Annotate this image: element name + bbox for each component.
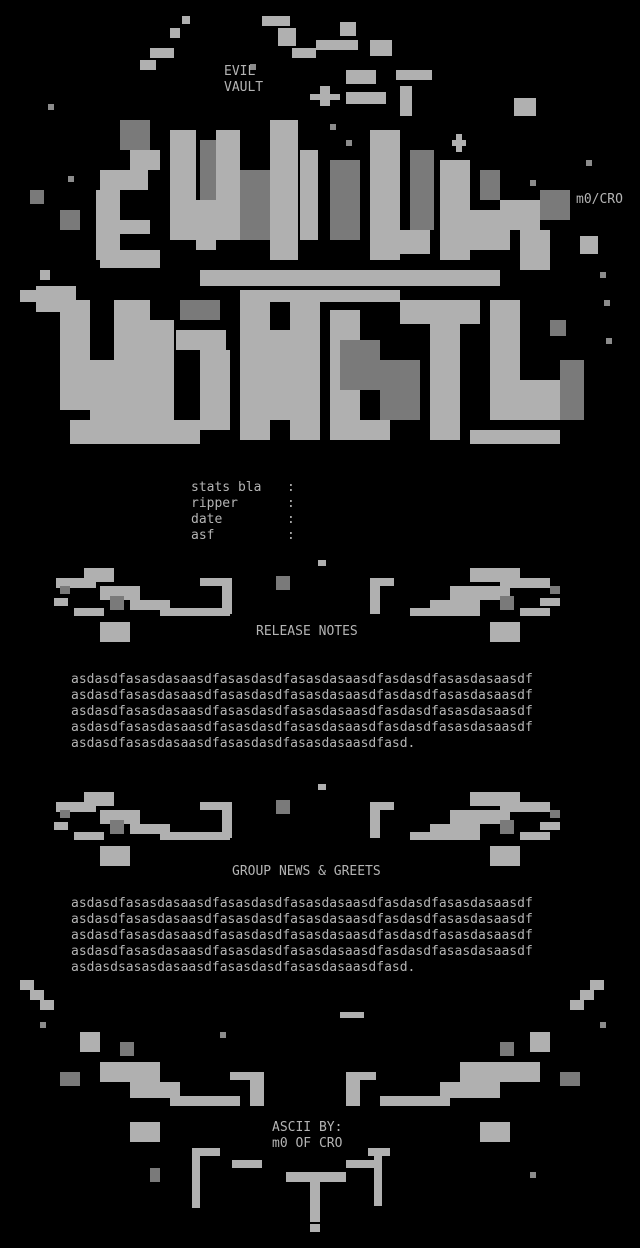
release-notes-line: asdasdfasasdasaasdfasasdasdfasasdasaasdf…: [71, 704, 533, 719]
release-notes-line: asdasdfasasdasaasdfasasdasdfasasdasaasdf…: [71, 672, 533, 687]
logo-title-line1: EVIL: [224, 64, 256, 79]
group-news-line: asdasdfasasdasaasdfasasdasdfasasdasaasdf…: [71, 912, 533, 927]
stats-row-label: asf: [191, 528, 215, 543]
evil-vault-logo-art: [20, 16, 612, 444]
group-news-line: asdasdfasasdasaasdfasasdasdfasasdasaasdf…: [71, 928, 533, 943]
stats-row-label: stats bla: [191, 480, 262, 495]
logo-title-line2: VAULT: [224, 80, 264, 95]
footer-credit-line2: m0 OF CRO: [272, 1136, 343, 1151]
stats-row-sep: :: [287, 480, 295, 495]
group-news-line: asdasdfasasdasaasdfasasdasdfasasdasaasdf…: [71, 896, 533, 911]
section-title-release-notes: RELEASE NOTES: [256, 624, 358, 639]
release-notes-line: asdasdfasasdasaasdfasasdasdfasasdasaasdf…: [71, 736, 416, 751]
footer-ornament: [20, 980, 606, 1232]
section-title-group-news: GROUP NEWS & GREETS: [232, 864, 381, 879]
stats-row-sep: :: [287, 496, 295, 511]
stats-row-sep: :: [287, 512, 295, 527]
stats-row-sep: :: [287, 528, 295, 543]
release-notes-line: asdasdfasasdasaasdfasasdasdfasasdasaasdf…: [71, 688, 533, 703]
stats-row-label: ripper: [191, 496, 238, 511]
logo-signature: m0/CRO: [576, 192, 623, 207]
stats-row-label: date: [191, 512, 223, 527]
release-notes-line: asdasdfasasdasaasdfasasdasdfasasdasaasdf…: [71, 720, 533, 735]
section-divider-ornament: [54, 784, 560, 866]
footer-credit-line1: ASCII BY:: [272, 1120, 343, 1135]
group-news-line: asdasdfasasdasaasdfasasdasdfasasdasaasdf…: [71, 944, 533, 959]
